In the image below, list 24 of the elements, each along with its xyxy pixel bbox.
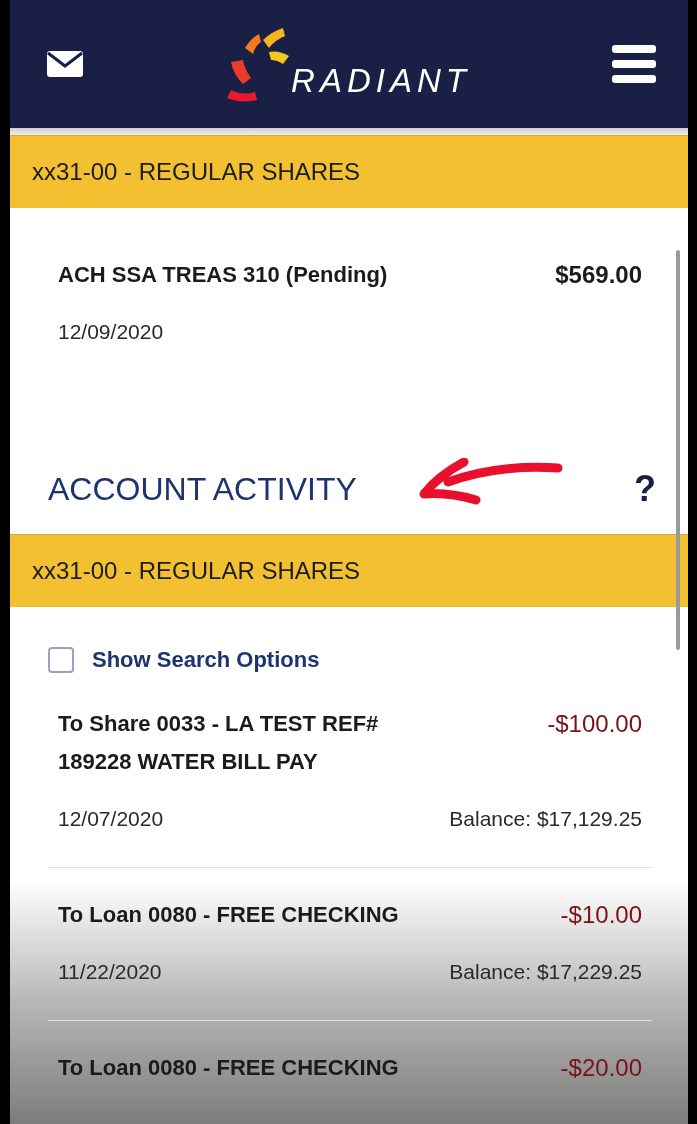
transaction-description: ACH SSA TREAS 310 (Pending)	[58, 261, 388, 289]
transaction-description: To Share 0033 - LA TEST REF# 189228 WATER BILL PAY	[58, 710, 380, 776]
transaction-description: To Loan 0080 - FREE CHECKING	[58, 1054, 399, 1082]
help-button[interactable]: ?	[634, 468, 656, 510]
transaction-description: To Loan 0080 - FREE CHECKING	[58, 901, 399, 929]
sunburst-icon	[225, 28, 290, 102]
transaction-amount: -$100.00	[547, 709, 642, 739]
transaction-date: 11/22/2020	[58, 960, 162, 984]
checkbox[interactable]	[48, 647, 74, 673]
section-title: ACCOUNT ACTIVITY	[48, 470, 357, 508]
transaction-balance: Balance: $17,129.25	[449, 807, 642, 831]
transaction-date: 12/09/2020	[58, 320, 164, 344]
account-header: xx31-00 - REGULAR SHARES	[10, 135, 688, 208]
search-options-label[interactable]: Show Search Options	[92, 647, 320, 673]
transaction-amount: -$20.00	[560, 1053, 642, 1083]
transaction-balance: Balance: $17,229.25	[449, 960, 642, 984]
mail-icon[interactable]	[46, 50, 84, 78]
transaction-amount: -$10.00	[560, 900, 642, 930]
account-header: xx31-00 - REGULAR SHARES	[10, 534, 688, 607]
menu-icon[interactable]	[612, 45, 656, 83]
transaction-date: 12/07/2020	[58, 807, 164, 831]
logo-text: RADIANT	[291, 62, 471, 100]
transaction-amount: $569.00	[555, 260, 642, 290]
scrollbar[interactable]	[676, 250, 680, 650]
